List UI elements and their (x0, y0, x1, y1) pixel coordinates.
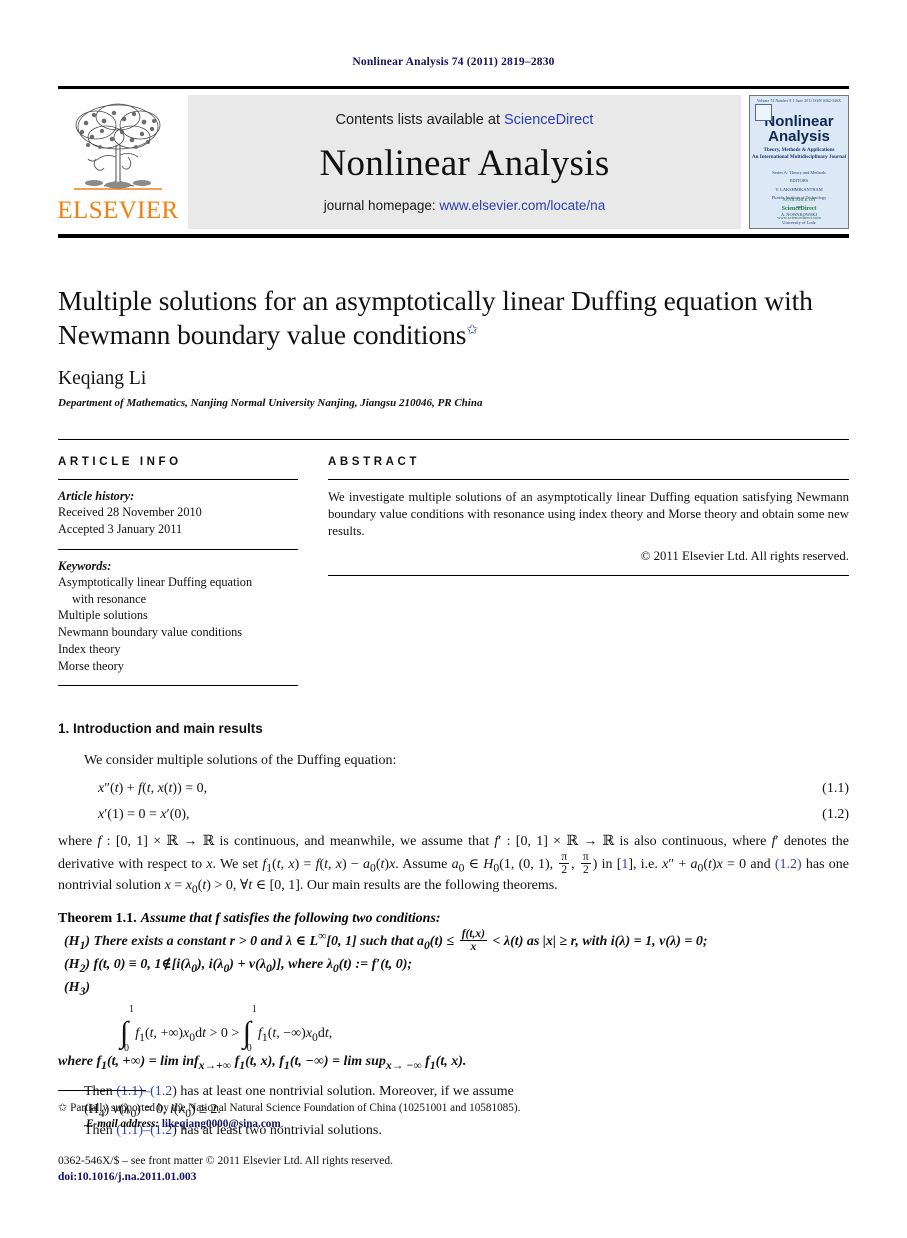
journal-article-page: Nonlinear Analysis 74 (2011) 2819–2830 E… (0, 0, 907, 1238)
contents-available-line: Contents lists available at ScienceDirec… (336, 112, 594, 128)
elsevier-wordmark: ELSEVIER (57, 197, 179, 224)
footnote-rule (58, 1089, 146, 1091)
article-info-heading: ARTICLE INFO (58, 456, 182, 469)
cover-subtitle-line1: Theory, Methods & Applications (763, 147, 835, 154)
cover-name-line2: Analysis (768, 127, 830, 145)
elsevier-tree-icon (66, 97, 170, 201)
equation-row-1-2: x′(1) = 0 = x′(0), (1.2) (58, 807, 849, 823)
cover-block-line3: V. LAKSHMIKANTHAM (775, 186, 823, 192)
where-line: where f1(t, +∞) = lim infx→+∞ f1(t, x), … (58, 1054, 467, 1073)
article-history-received: Received 28 November 2010 (58, 505, 202, 520)
article-history-accepted: Accepted 3 January 2011 (58, 522, 183, 537)
journal-cover-thumbnail[interactable]: Volume 74 Number 8 1 June 2011 ISSN 0362… (749, 95, 849, 229)
cover-foot-sciencedirect: ScienceDirect (781, 206, 817, 213)
keyword-item: Index theory (58, 641, 121, 656)
abstract-column: ABSTRACT We investigate multiple solutio… (328, 456, 849, 695)
article-history-label: Article history: (58, 489, 135, 504)
condition-h3: (H3) (64, 980, 91, 999)
cover-topbar-text: Volume 74 Number 8 1 June 2011 ISSN 0362… (756, 99, 842, 103)
display-equation-integral: ∫ 1 0 f1(t, +∞)x0dt > 0 > ∫ 1 0 f1(t, −∞)x0d… (120, 1003, 333, 1054)
contents-prefix-text: Contents lists available at (335, 112, 504, 128)
reference-link-1[interactable]: 1 (621, 856, 628, 871)
cover-block-line1: Series A: Theory and Methods (772, 170, 826, 176)
abstract-heading: ABSTRACT (328, 456, 421, 469)
email-link[interactable]: likeqiang0000@sina.com (162, 1118, 281, 1130)
cover-footer: AVAILABLE ON ScienceDirect www.sciencedi… (750, 196, 848, 222)
theorem-label: Theorem 1.1. (58, 910, 137, 926)
title-footnote-marker: ✩ (466, 322, 478, 338)
intro-lead-paragraph: We consider multiple solutions of the Du… (84, 753, 397, 769)
cover-journal-name: Nonlinear Analysis (764, 114, 833, 145)
issn-block: 0362-546X/$ – see front matter © 2011 El… (58, 1153, 849, 1186)
email-suffix: . (280, 1117, 284, 1130)
sciencedirect-link[interactable]: ScienceDirect (504, 112, 593, 128)
funding-footnote: ✩ Partially supported by the National Na… (58, 1100, 849, 1116)
cover-foot-url: www.sciencedirect.com (777, 215, 821, 221)
introduction-section: 1. Introduction and main results We cons… (58, 721, 849, 1140)
funding-text: Partially supported by the National Natu… (70, 1101, 521, 1114)
page-footnotes: ✩ Partially supported by the National Na… (58, 1089, 849, 1187)
title-block: Multiple solutions for an asymptotically… (58, 284, 849, 409)
equation-body-1-1: x″(t) + f(t, x(t)) = 0, (98, 780, 208, 796)
elsevier-logo: ELSEVIER (57, 95, 179, 229)
keywords-label: Keywords: (58, 559, 112, 574)
abstract-rule-bottom (328, 575, 849, 577)
integral-left: ∫ 1 0 (120, 1003, 134, 1054)
email-label: E-mail address: (86, 1117, 160, 1130)
abstract-rule-top (328, 479, 849, 481)
cover-block-line2: EDITORS (789, 178, 809, 184)
abstract-copyright: © 2011 Elsevier Ltd. All rights reserved… (640, 549, 849, 564)
equation-body-1-2: x′(1) = 0 = x′(0), (98, 806, 190, 822)
equation-number-1-1: (1.1) (822, 780, 849, 796)
equation-row-1-1: x″(t) + f(t, x(t)) = 0, (1.1) (58, 781, 849, 797)
article-title: Multiple solutions for an asymptotically… (58, 284, 849, 351)
article-title-text: Multiple solutions for an asymptotically… (58, 285, 813, 350)
homepage-prefix-text: journal homepage: (323, 198, 440, 213)
theorem-statement: Assume that f satisfies the following tw… (140, 910, 441, 926)
journal-masthead: ELSEVIER Contents lists available at Sci… (57, 86, 849, 238)
theorem-1-1: Theorem 1.1. Assume that f satisfies the… (58, 909, 849, 927)
cover-subtitle: Theory, Methods & Applications An Intern… (752, 147, 846, 160)
author-affiliation: Department of Mathematics, Nanjing Norma… (58, 397, 483, 410)
running-head: Nonlinear Analysis 74 (2011) 2819–2830 (352, 56, 555, 68)
doi-line[interactable]: doi:10.1016/j.na.2011.01.003 (58, 1169, 849, 1186)
cover-publisher-mark-icon (755, 104, 772, 121)
abstract-text: We investigate multiple solutions of an … (328, 490, 849, 539)
article-info-rule-top (58, 479, 298, 481)
keyword-item: with resonance (72, 591, 147, 606)
keyword-item: Newmann boundary value conditions (58, 625, 243, 640)
issn-copyright-line: 0362-546X/$ – see front matter © 2011 El… (58, 1154, 394, 1167)
condition-h1: (H1) There exists a constant r > 0 and λ… (64, 927, 708, 953)
condition-h2: (H2) f(t, 0) ≡ 0, 1∉[i(λ0), i(λ0) + ν(λ0… (64, 956, 413, 975)
cover-foot-available: AVAILABLE ON (782, 197, 816, 203)
journal-homepage-link[interactable]: www.elsevier.com/locate/na (439, 198, 605, 213)
keyword-item: Asymptotically linear Duffing equation (58, 575, 253, 590)
funding-marker: ✩ (58, 1101, 68, 1114)
integral-right: ∫ 1 0 (242, 1003, 257, 1054)
article-info-rule-bottom (58, 685, 298, 687)
email-footnote: E-mail address: likeqiang0000@sina.com. (58, 1116, 849, 1134)
journal-title: Nonlinear Analysis (319, 142, 610, 184)
author-list: Keqiang Li (58, 368, 147, 390)
journal-homepage-line: journal homepage: www.elsevier.com/locat… (324, 198, 605, 213)
cover-subtitle-line2: An International Multidisciplinary Journ… (751, 153, 847, 160)
article-info-column: ARTICLE INFO Article history: Received 2… (58, 456, 298, 695)
paragraph-after-equations: where f : [0, 1] × ℝ → ℝ is continuous, … (58, 833, 849, 896)
info-abstract-row: ARTICLE INFO Article history: Received 2… (58, 439, 849, 695)
equation-number-1-2: (1.2) (822, 806, 849, 822)
article-info-rule-mid (58, 549, 298, 551)
keyword-item: Multiple solutions (58, 608, 148, 623)
keyword-item: Morse theory (58, 658, 124, 673)
section-title-introduction: 1. Introduction and main results (58, 721, 263, 737)
equation-ref-1-2[interactable]: (1.2) (775, 856, 802, 871)
masthead-center-panel: Contents lists available at ScienceDirec… (188, 95, 741, 229)
